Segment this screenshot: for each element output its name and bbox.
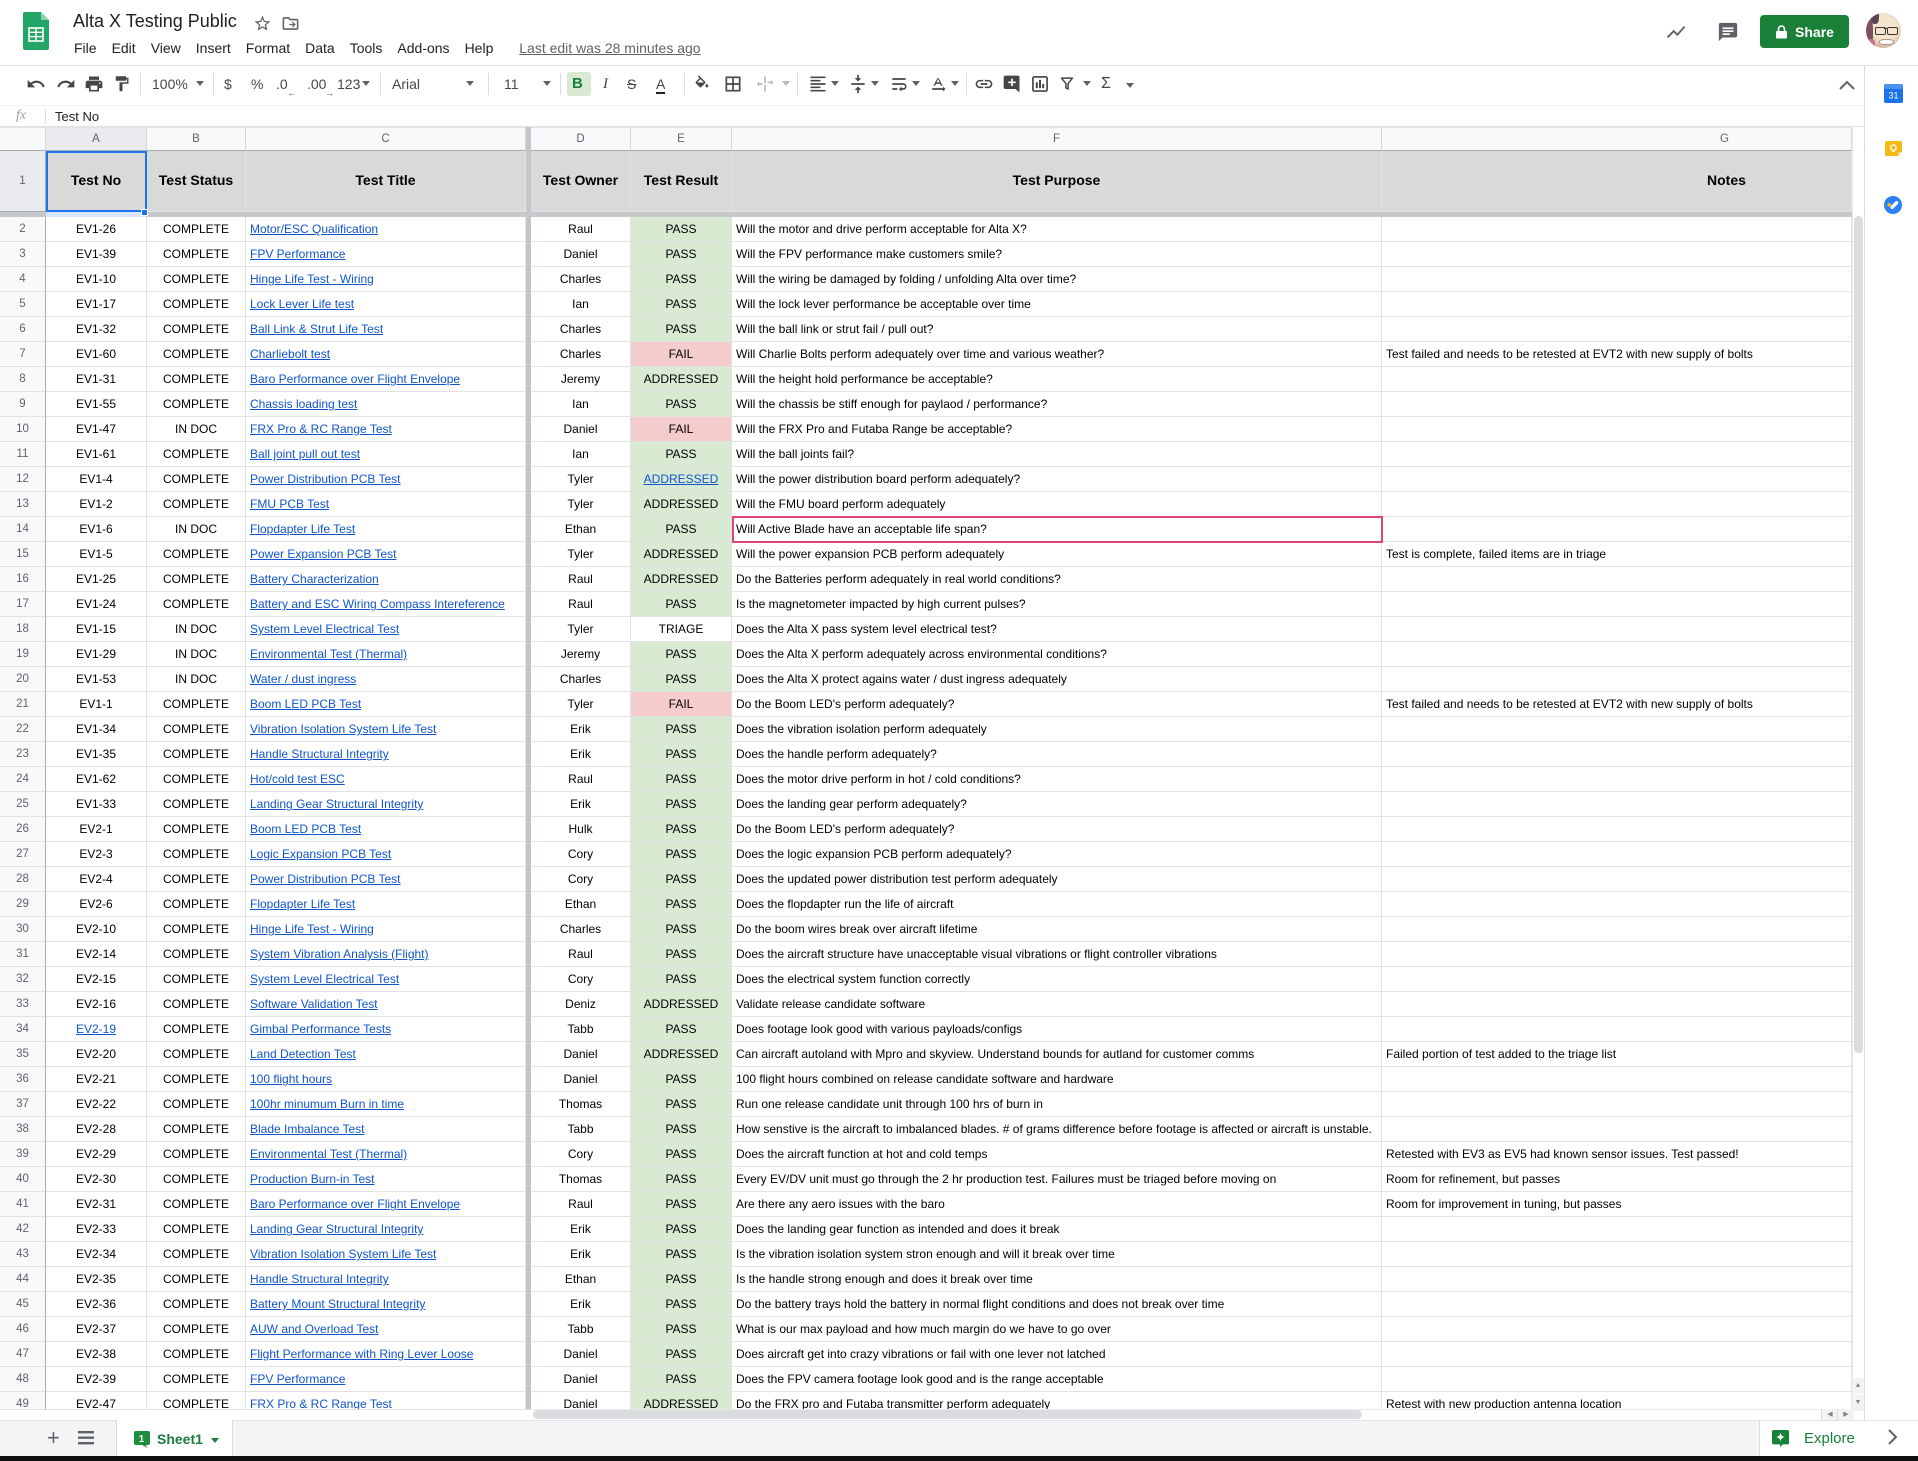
svg-text:1: 1 [139,1434,145,1445]
svg-text:31: 31 [1888,91,1898,101]
